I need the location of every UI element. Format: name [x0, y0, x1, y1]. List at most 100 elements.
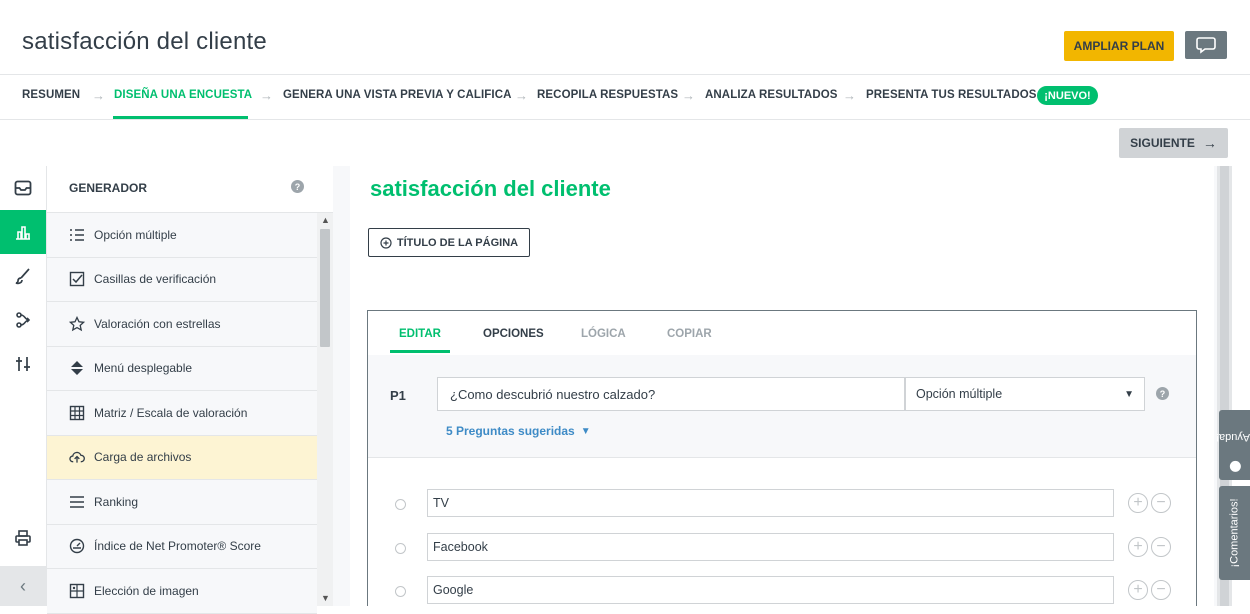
rail-inbox[interactable] — [0, 166, 46, 210]
scroll-down-icon[interactable]: ▼ — [321, 593, 330, 603]
upgrade-plan-button[interactable]: AMPLIAR PLAN — [1064, 31, 1174, 61]
upload-cloud-icon — [69, 449, 85, 465]
list-item-label: Opción múltiple — [94, 227, 177, 242]
survey-title[interactable]: satisfacción del cliente — [22, 28, 267, 56]
answer-row: Google + − — [368, 576, 1196, 606]
answer-input[interactable]: Facebook — [427, 533, 1114, 561]
step-design-survey[interactable]: DISEÑA UNA ENCUESTA — [114, 89, 252, 101]
answer-input[interactable]: TV — [427, 489, 1114, 517]
answer-row: TV + − — [368, 489, 1196, 519]
list-item-label: Carga de archivos — [94, 450, 192, 465]
collapse-panel-button[interactable]: ‹ — [0, 566, 46, 606]
question-card: EDITAR OPCIONES LÓGICA COPIAR P1 ¿Como d… — [367, 310, 1197, 606]
active-step-indicator — [113, 116, 248, 119]
tab-options[interactable]: OPCIONES — [483, 328, 544, 340]
radio-icon — [395, 543, 406, 554]
scroll-thumb[interactable] — [320, 229, 330, 347]
suggested-questions-link[interactable]: 5 Preguntas sugeridas ▼ — [446, 424, 591, 438]
add-answer-icon[interactable]: + — [1128, 537, 1148, 557]
arrow-right-icon: → — [260, 88, 273, 103]
chat-bubble-icon — [1196, 37, 1216, 54]
rail-options[interactable] — [0, 342, 46, 386]
paint-brush-icon — [15, 268, 30, 285]
question-type-checkboxes[interactable]: Casillas de verificación — [47, 257, 317, 302]
list-item-label: Valoración con estrellas — [94, 316, 221, 331]
builder-title: GENERADOR — [69, 181, 148, 195]
question-type-list: Opción múltiple Casillas de verificación… — [47, 213, 317, 614]
rail-builder[interactable] — [0, 210, 46, 254]
question-type-image-choice[interactable]: Elección de imagen — [47, 569, 317, 614]
feedback-tab-label: ¡Comentarios! — [1228, 498, 1241, 568]
remove-answer-icon[interactable]: − — [1151, 493, 1171, 513]
answer-row: Facebook + − — [368, 533, 1196, 563]
step-analyze-results[interactable]: ANALIZA RESULTADOS — [705, 89, 838, 101]
help-icon[interactable]: ? — [291, 180, 304, 193]
rail-print[interactable] — [0, 516, 46, 560]
remove-answer-icon[interactable]: − — [1151, 580, 1171, 600]
builder-header: GENERADOR ? — [47, 166, 333, 213]
radio-icon — [395, 499, 406, 510]
next-button[interactable]: SIGUIENTE → — [1119, 128, 1228, 158]
step-collect-responses[interactable]: RECOPILA RESPUESTAS — [537, 89, 678, 101]
survey-canvas: satisfacción del cliente TÍTULO DE LA PÁ… — [333, 166, 1217, 606]
help-icon[interactable]: ? — [1156, 387, 1169, 400]
list-item-label: Elección de imagen — [94, 583, 199, 598]
question-type-select[interactable]: Opción múltiple ▼ — [905, 377, 1145, 411]
radio-icon — [395, 586, 406, 597]
caret-down-icon: ▼ — [580, 425, 591, 437]
help-icon: ? — [1229, 460, 1240, 472]
arrow-right-icon: → — [1202, 135, 1217, 151]
builder-scrollbar[interactable]: ▲ ▼ — [317, 213, 333, 606]
step-summary[interactable]: RESUMEN — [22, 89, 80, 101]
tab-edit[interactable]: EDITAR — [399, 328, 441, 340]
remove-answer-icon[interactable]: − — [1151, 537, 1171, 557]
question-type-matrix[interactable]: Matriz / Escala de valoración — [47, 391, 317, 436]
survey-page: satisfacción del cliente TÍTULO DE LA PÁ… — [350, 166, 1214, 606]
question-number: P1 — [390, 388, 406, 403]
question-type-star-rating[interactable]: Valoración con estrellas — [47, 302, 317, 347]
help-side-tab[interactable]: ? ¡Ayuda! — [1216, 410, 1250, 480]
suggested-questions-label: 5 Preguntas sugeridas — [446, 424, 575, 438]
arrow-right-icon: → — [92, 88, 105, 103]
feedback-side-tab[interactable]: ¡Comentarios! — [1219, 486, 1250, 580]
page-title-button-label: TÍTULO DE LA PÁGINA — [396, 236, 519, 249]
arrow-right-icon: → — [843, 88, 856, 103]
survey-steps-nav: RESUMEN → DISEÑA UNA ENCUESTA → GENERA U… — [0, 75, 1250, 120]
question-type-ranking[interactable]: Ranking — [47, 480, 317, 525]
new-badge: ¡NUEVO! — [1037, 86, 1098, 105]
rail-logic[interactable] — [0, 298, 46, 342]
logic-icon — [16, 312, 31, 328]
page-survey-title[interactable]: satisfacción del cliente — [370, 176, 611, 202]
list-item-label: Menú desplegable — [94, 361, 193, 376]
add-page-title-button[interactable]: TÍTULO DE LA PÁGINA — [368, 228, 530, 257]
rail-design[interactable] — [0, 254, 46, 298]
list-item-label: Índice de Net Promoter® Score — [94, 539, 261, 554]
question-type-multiple-choice[interactable]: Opción múltiple — [47, 213, 317, 258]
question-tabs: EDITAR OPCIONES LÓGICA COPIAR — [368, 311, 1196, 355]
step-preview-score[interactable]: GENERA UNA VISTA PREVIA Y CALIFICA — [283, 89, 512, 101]
step-present-results[interactable]: PRESENTA TUS RESULTADOS — [866, 89, 1037, 101]
matrix-icon — [69, 405, 85, 421]
add-answer-icon[interactable]: + — [1128, 493, 1148, 513]
chat-button[interactable] — [1185, 31, 1227, 59]
star-icon — [69, 315, 85, 332]
top-bar: satisfacción del cliente AMPLIAR PLAN — [0, 0, 1250, 75]
print-icon — [15, 530, 31, 546]
question-type-dropdown[interactable]: Menú desplegable — [47, 346, 317, 391]
list-item-label: Ranking — [94, 494, 139, 509]
tab-copy[interactable]: COPIAR — [667, 328, 712, 340]
checkbox-icon — [69, 271, 85, 287]
list-icon — [69, 227, 85, 243]
question-type-file-upload[interactable]: Carga de archivos — [47, 435, 317, 480]
list-item-label: Casillas de verificación — [94, 272, 217, 287]
image-icon — [69, 583, 85, 599]
question-type-nps[interactable]: Índice de Net Promoter® Score — [47, 524, 317, 569]
ranking-icon — [69, 494, 85, 510]
chevron-left-icon: ‹ — [20, 575, 26, 596]
answer-input[interactable]: Google — [427, 576, 1114, 604]
tab-logic[interactable]: LÓGICA — [581, 328, 626, 340]
question-text-input[interactable]: ¿Como descubrió nuestro calzado? — [437, 377, 905, 411]
builder-panel: GENERADOR ? Opción múltiple Casillas de … — [47, 166, 333, 614]
add-answer-icon[interactable]: + — [1128, 580, 1148, 600]
scroll-up-icon[interactable]: ▲ — [321, 215, 330, 225]
